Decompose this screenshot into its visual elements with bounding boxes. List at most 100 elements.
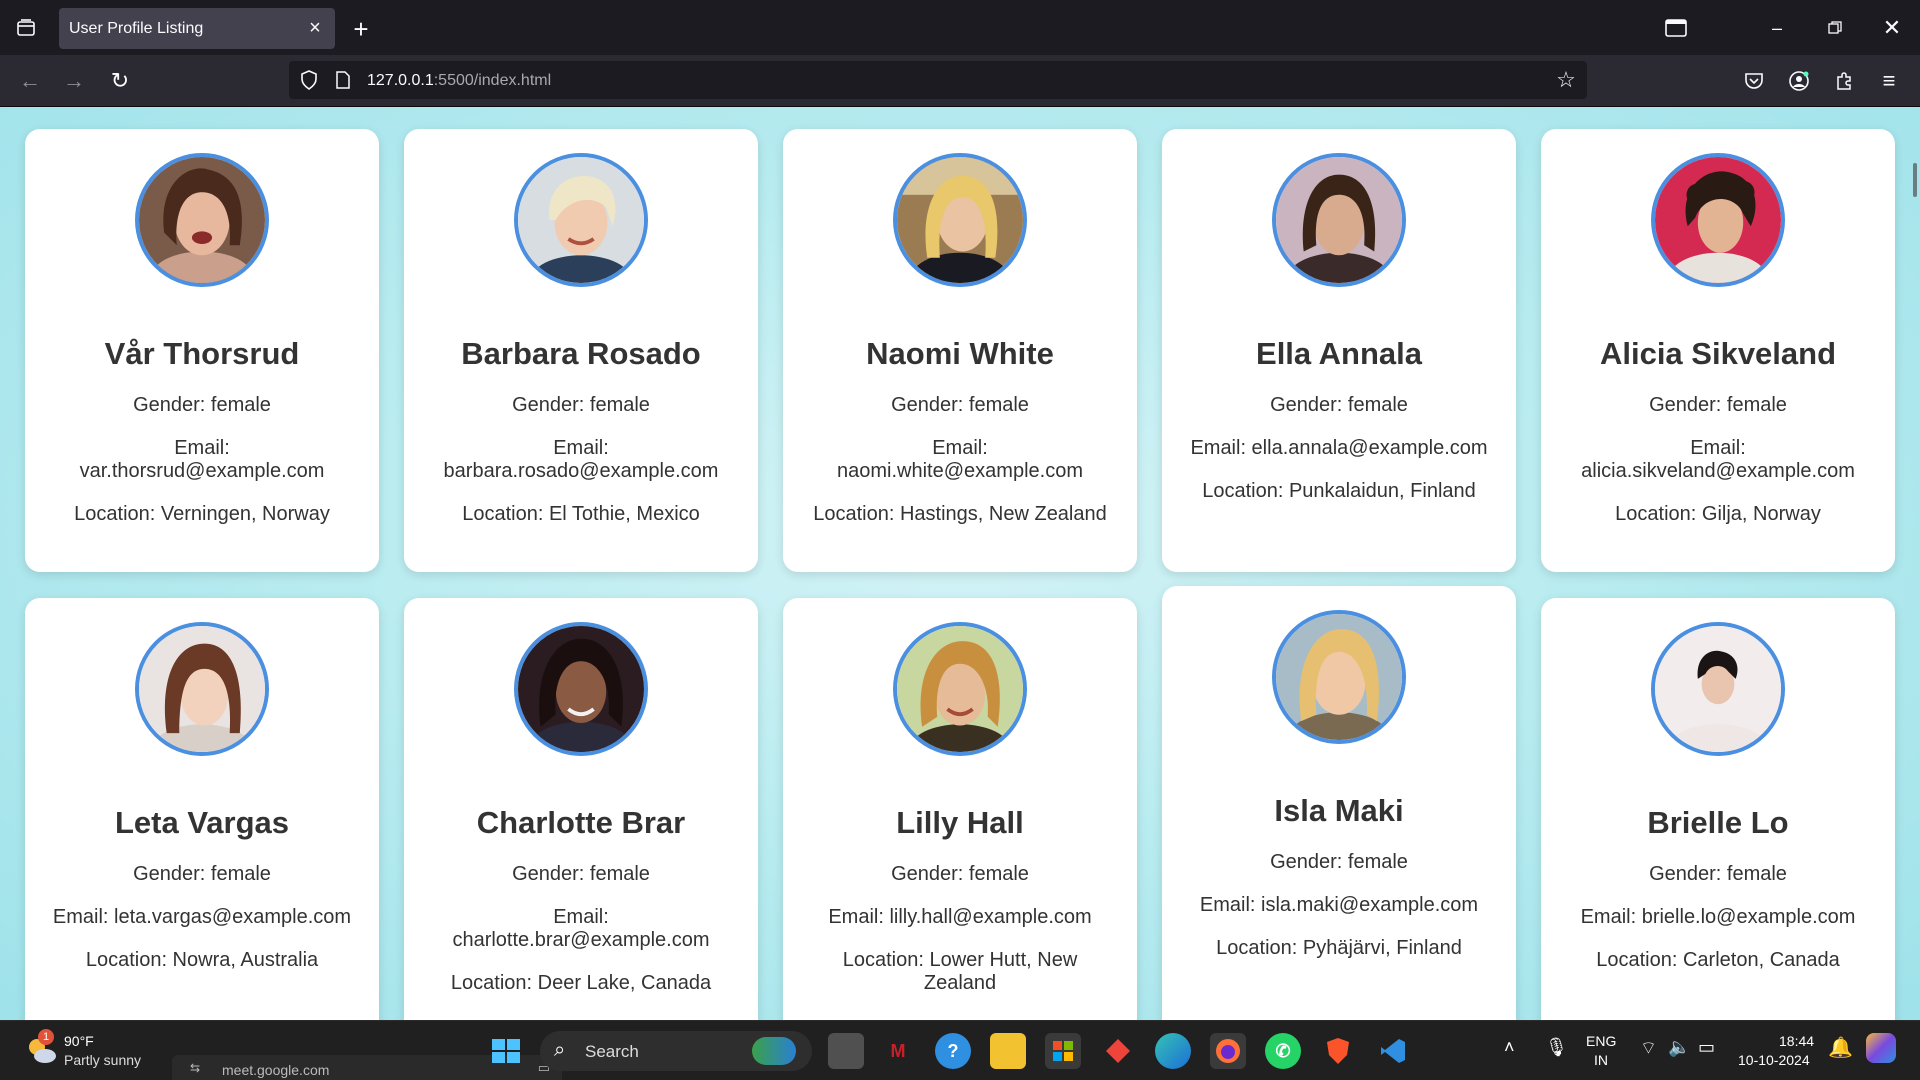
preview-text: meet.google.com: [222, 1062, 330, 1078]
profile-email-label: Email:: [1690, 437, 1746, 459]
wifi-icon[interactable]: ⌔: [1640, 1037, 1657, 1060]
browser-tab-bar: User Profile Listing × + – ✕: [0, 0, 1920, 55]
page-content: Vår Thorsrud Gender: female Email: var.t…: [0, 107, 1920, 1020]
shield-icon[interactable]: [297, 68, 321, 92]
mcafee-icon[interactable]: M: [880, 1033, 916, 1069]
profile-name: Ella Annala: [1256, 336, 1422, 371]
profile-gender: Gender: female: [891, 394, 1029, 416]
help-icon[interactable]: ?: [935, 1033, 971, 1069]
profile-name: Lilly Hall: [896, 805, 1024, 840]
copilot-icon[interactable]: [1866, 1033, 1896, 1063]
firefox-icon[interactable]: [1210, 1033, 1246, 1069]
profile-email: naomi.white@example.com: [837, 460, 1083, 482]
profile-card: Ella Annala Gender: female Email: ella.a…: [1162, 129, 1516, 572]
firefox-view-icon[interactable]: [1662, 14, 1690, 42]
new-tab-icon[interactable]: +: [346, 14, 376, 44]
forward-icon[interactable]: →: [58, 65, 90, 97]
microphone-icon[interactable]: 🎙: [1545, 1037, 1568, 1058]
profile-avatar: [1651, 622, 1785, 756]
profile-email: alicia.sikveland@example.com: [1581, 460, 1855, 482]
profile-avatar: [893, 153, 1027, 287]
profile-location: Location: Verningen, Norway: [74, 503, 330, 525]
profile-avatar: [135, 622, 269, 756]
profile-card: Vår Thorsrud Gender: female Email: var.t…: [25, 129, 379, 572]
profile-card: Lilly Hall Gender: female Email: lilly.h…: [783, 598, 1137, 1020]
profile-card: Isla Maki Gender: female Email: isla.mak…: [1162, 586, 1516, 1020]
profile-avatar: [1272, 610, 1406, 744]
edge-icon[interactable]: [1155, 1033, 1191, 1069]
clock-date[interactable]: 10-10-2024: [1738, 1052, 1810, 1068]
whatsapp-icon[interactable]: ✆: [1265, 1033, 1301, 1069]
profile-gender: Gender: female: [133, 394, 271, 416]
profile-gender: Gender: female: [133, 863, 271, 885]
reload-icon[interactable]: ↻: [104, 65, 136, 97]
clock-time[interactable]: 18:44: [1779, 1033, 1814, 1049]
close-window-icon[interactable]: ✕: [1872, 10, 1912, 46]
search-icon: ⌕: [554, 1039, 566, 1061]
show-hidden-icons[interactable]: ˄: [1504, 1037, 1515, 1058]
pocket-icon[interactable]: [1738, 65, 1770, 97]
microsoft-store-icon[interactable]: [1045, 1033, 1081, 1069]
bookmark-star-icon[interactable]: ☆: [1553, 67, 1579, 93]
profile-card: Leta Vargas Gender: female Email: leta.v…: [25, 598, 379, 1020]
profile-email: Email: isla.maki@example.com: [1199, 894, 1479, 916]
profile-email: Email: brielle.lo@example.com: [1580, 906, 1856, 928]
start-icon[interactable]: [488, 1033, 524, 1069]
profile-gender: Gender: female: [512, 394, 650, 416]
profile-email-label: Email:: [553, 906, 609, 928]
minimize-icon[interactable]: –: [1757, 10, 1797, 46]
profile-gender: Gender: female: [1270, 394, 1408, 416]
profile-email-label: Email:: [174, 437, 230, 459]
active-tab[interactable]: User Profile Listing ×: [59, 8, 335, 49]
back-icon[interactable]: ←: [14, 65, 46, 97]
profile-email: charlotte.brar@example.com: [452, 929, 710, 951]
profile-email: barbara.rosado@example.com: [443, 460, 719, 482]
notification-bell-icon[interactable]: 🔔: [1828, 1035, 1853, 1060]
weather-widget[interactable]: 1 90°F Partly sunny: [20, 1029, 160, 1073]
brave-icon[interactable]: [1320, 1033, 1356, 1069]
profile-email-label: Email:: [553, 437, 609, 459]
file-explorer-icon[interactable]: [990, 1033, 1026, 1069]
account-icon[interactable]: [1783, 65, 1815, 97]
profile-location: Location: Nowra, Australia: [85, 949, 319, 971]
profile-card: Charlotte Brar Gender: female Email: cha…: [404, 598, 758, 1020]
volume-icon[interactable]: 🔈: [1668, 1037, 1690, 1058]
menu-icon[interactable]: ≡: [1873, 65, 1905, 97]
profile-gender: Gender: female: [1649, 394, 1787, 416]
url-host: 127.0.0.1: [367, 72, 434, 89]
profile-name: Charlotte Brar: [476, 805, 686, 840]
anydesk-icon[interactable]: [1100, 1033, 1136, 1069]
tab-list-icon[interactable]: [12, 14, 40, 42]
profile-card: Brielle Lo Gender: female Email: brielle…: [1541, 598, 1895, 1020]
profile-location: Location: Lower Hutt, New: [842, 949, 1078, 971]
task-view-icon[interactable]: [828, 1033, 864, 1069]
windows-taskbar: 1 90°F Partly sunny ⇆ meet.google.com ▭ …: [0, 1020, 1920, 1080]
vscode-icon[interactable]: [1375, 1033, 1411, 1069]
profile-location: Location: Carleton, Canada: [1596, 949, 1840, 971]
profile-name: Barbara Rosado: [461, 336, 701, 371]
profile-email: var.thorsrud@example.com: [79, 460, 325, 482]
profile-email: Email: lilly.hall@example.com: [828, 906, 1092, 928]
navigation-toolbar: ← → ↻ 127.0.0.1:5500/index.html ☆ ≡: [0, 55, 1920, 107]
url-text[interactable]: 127.0.0.1:5500/index.html: [367, 72, 551, 90]
profile-card: Barbara Rosado Gender: female Email: bar…: [404, 129, 758, 572]
url-path: :5500/index.html: [433, 72, 552, 89]
scrollbar-thumb[interactable]: [1913, 163, 1917, 197]
profile-card: Naomi White Gender: female Email: naomi.…: [783, 129, 1137, 572]
extensions-icon[interactable]: [1828, 65, 1860, 97]
profile-name: Vår Thorsrud: [104, 336, 300, 371]
profile-email-label: Email:: [932, 437, 988, 459]
profile-name: Isla Maki: [1274, 793, 1404, 828]
language-1[interactable]: ENG: [1586, 1033, 1616, 1049]
profile-location: Location: Pyhäjärvi, Finland: [1216, 937, 1462, 959]
restore-icon[interactable]: [1815, 10, 1855, 46]
battery-icon[interactable]: ▭: [1698, 1037, 1715, 1058]
profile-avatar: [135, 153, 269, 287]
profile-gender: Gender: female: [891, 863, 1029, 885]
taskbar-search[interactable]: ⌕ Search: [540, 1031, 812, 1071]
tab-close-icon[interactable]: ×: [303, 16, 327, 40]
profile-location: Location: El Tothie, Mexico: [462, 503, 700, 525]
language-2[interactable]: IN: [1594, 1052, 1608, 1068]
url-bar[interactable]: 127.0.0.1:5500/index.html ☆: [289, 61, 1587, 99]
page-icon[interactable]: [331, 68, 355, 92]
